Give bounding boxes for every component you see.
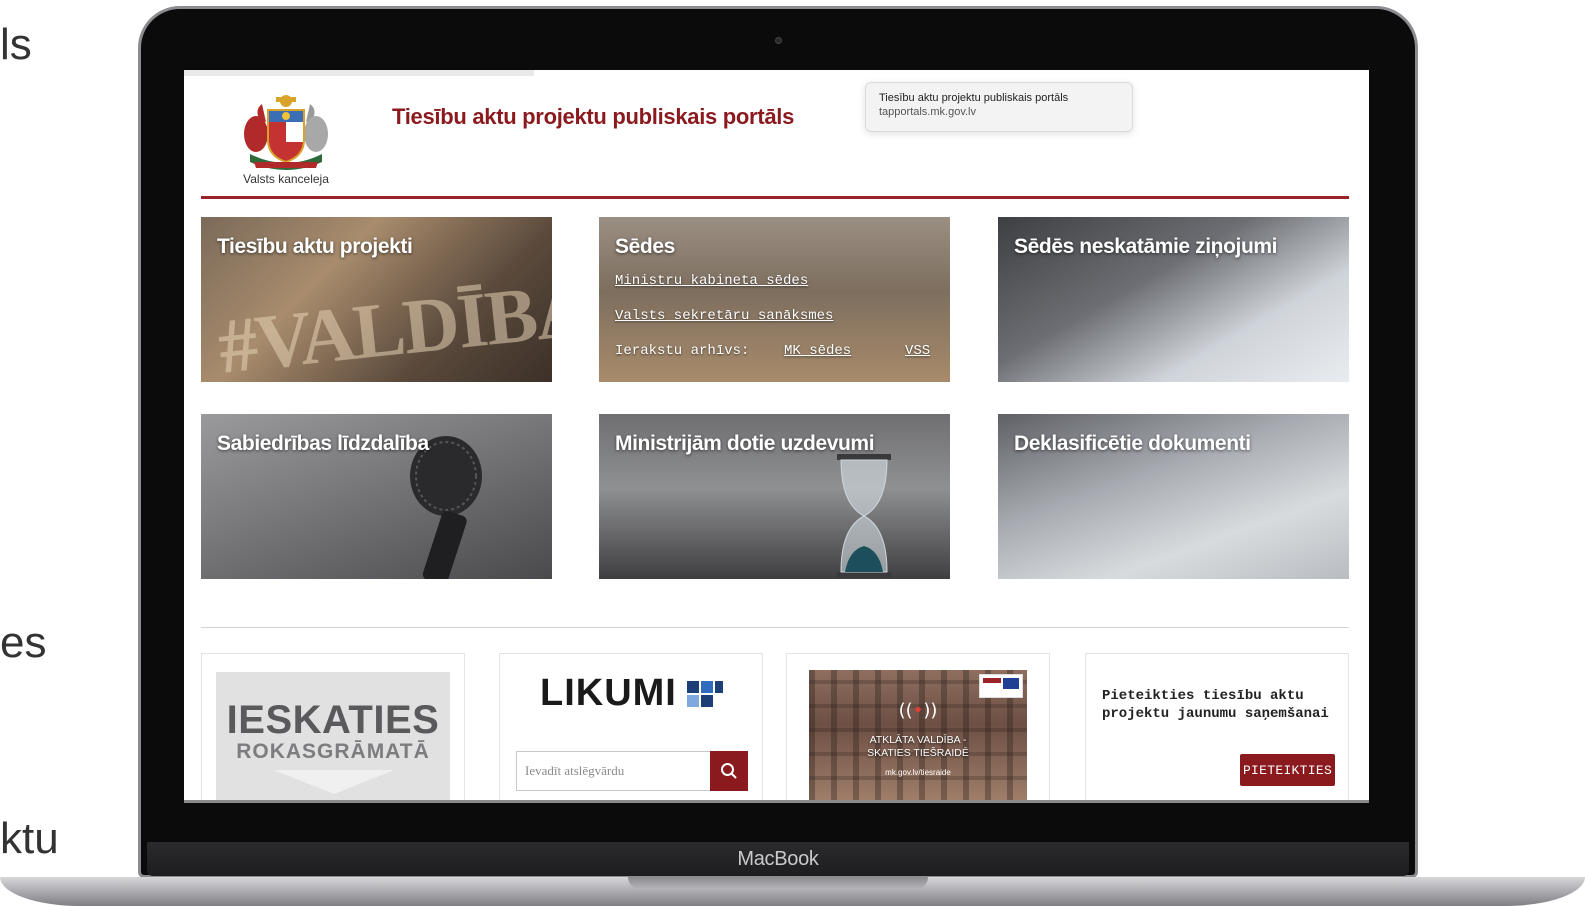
link-archive-vss[interactable]: VSS: [905, 343, 930, 359]
handbook-line-2: ROKASGRĀMATĀ: [236, 740, 430, 763]
handbook-line-1: IESKATIES: [226, 698, 440, 742]
keyword-search-input[interactable]: [516, 751, 712, 791]
likumi-logo-text[interactable]: LIKUMI: [540, 672, 677, 715]
tile-title[interactable]: Sēdēs neskatāmie ziņojumi: [1014, 235, 1278, 259]
tile-ministry-tasks[interactable]: Ministrijām dotie uzdevumi: [599, 414, 950, 579]
tooltip-url: tapportals.mk.gov.lv: [879, 106, 977, 118]
link-archive-mk[interactable]: MK sēdes: [784, 343, 851, 359]
subscribe-text: Pieteikties tiesību aktu projektu jaunum…: [1102, 688, 1329, 722]
card-handbook[interactable]: IESKATIES ROKASGRĀMATĀ: [201, 653, 465, 803]
presentation-slide: ls es ktu Valsts kanceleja Tiesību aktu …: [0, 0, 1585, 906]
search-icon: [721, 763, 737, 779]
subscribe-button[interactable]: PIETEIKTIES: [1240, 754, 1335, 786]
slide-text-fragment-3: ktu: [0, 814, 59, 863]
tile-title[interactable]: Deklasificētie dokumenti: [1014, 432, 1251, 456]
search-button[interactable]: [710, 751, 748, 791]
tile-title[interactable]: Sēdes: [615, 235, 675, 259]
tile-title[interactable]: Tiesību aktu projekti: [217, 235, 413, 259]
tile-title[interactable]: Ministrijām dotie uzdevumi: [615, 432, 875, 456]
laptop-brand-label: MacBook: [737, 848, 819, 870]
hourglass-icon: [837, 454, 891, 578]
tile-unreviewed-reports[interactable]: Sēdēs neskatāmie ziņojumi: [998, 217, 1349, 382]
header-divider: [201, 196, 1349, 199]
browser-tab-strip: [184, 70, 534, 76]
archive-label: Ierakstu arhīvs:: [615, 343, 750, 359]
likumi-logo-icon: [687, 681, 727, 711]
tile-title[interactable]: Sabiedrības līdzdalība: [217, 432, 429, 456]
camera-icon: [775, 37, 782, 44]
screen-edge: [184, 800, 1369, 803]
tile-draft-legislation[interactable]: #VALDĪBASMĀJA Tiesību aktu projekti: [201, 217, 552, 382]
link-state-secretaries-meetings[interactable]: Valsts sekretāru sanāksmes: [615, 308, 833, 324]
live-url: mk.gov.lv/tiesraide: [885, 768, 951, 777]
agency-name: Valsts kanceleja: [243, 172, 329, 186]
laptop-bezel-chin: MacBook: [147, 842, 1409, 876]
eu-funding-badge: [979, 674, 1023, 698]
coat-of-arms-logo[interactable]: [236, 92, 336, 174]
live-stream-banner[interactable]: ((•)) ATKLĀTA VALDĪBA - SKATIES TIEŠRAID…: [809, 670, 1027, 803]
handbook-banner[interactable]: IESKATIES ROKASGRĀMATĀ: [216, 672, 450, 803]
slide-text-fragment-1: ls: [0, 20, 32, 69]
link-tooltip: Tiesību aktu projektu publiskais portāls…: [865, 82, 1133, 132]
tile-public-participation[interactable]: Sabiedrības līdzdalība: [201, 414, 552, 579]
browser-screen: Valsts kanceleja Tiesību aktu projektu p…: [184, 70, 1369, 803]
broadcast-icon: ((•)): [898, 700, 938, 721]
laptop-hinge-notch: [628, 877, 928, 889]
slide-text-fragment-2: es: [0, 618, 47, 667]
live-line-1: ATKLĀTA VALDĪBA -: [869, 734, 967, 746]
card-subscribe: Pieteikties tiesību aktu projektu jaunum…: [1085, 653, 1349, 803]
card-likumi: LIKUMI: [499, 653, 763, 803]
portal-title[interactable]: Tiesību aktu projektu publiskais portāls: [392, 104, 794, 130]
tooltip-title: Tiesību aktu projektu publiskais portāls: [879, 92, 1069, 104]
live-line-2: SKATIES TIEŠRAIDĒ: [867, 747, 969, 759]
link-cabinet-meetings[interactable]: Ministru kabineta sēdes: [615, 273, 808, 289]
down-arrow-icon: [274, 770, 394, 794]
tile-meetings[interactable]: Sēdes Ministru kabineta sēdes Valsts sek…: [599, 217, 950, 382]
tile-declassified-documents[interactable]: Deklasificētie dokumenti: [998, 414, 1349, 579]
card-live-stream[interactable]: ((•)) ATKLĀTA VALDĪBA - SKATIES TIEŠRAID…: [786, 653, 1050, 803]
section-divider: [201, 627, 1349, 628]
